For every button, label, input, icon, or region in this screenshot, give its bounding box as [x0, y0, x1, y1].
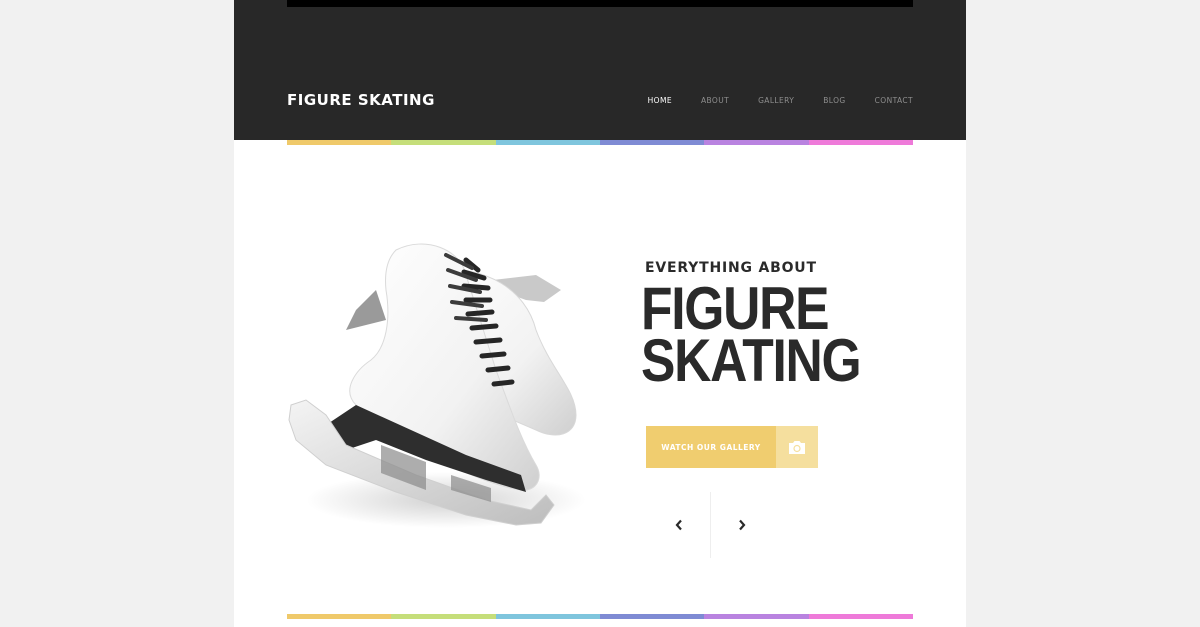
stripe-segment	[495, 614, 600, 619]
ice-skates-image	[288, 243, 586, 528]
watch-gallery-button[interactable]: WATCH OUR GALLERY	[646, 426, 818, 468]
top-strip	[287, 0, 913, 7]
stripe-segment	[287, 140, 392, 145]
stripe-segment	[808, 614, 913, 619]
chevron-left-icon	[675, 519, 682, 531]
main-nav: HOME ABOUT GALLERY BLOG CONTACT	[648, 96, 913, 105]
watch-gallery-label: WATCH OUR GALLERY	[646, 426, 776, 468]
nav-item-home[interactable]: HOME	[648, 96, 672, 105]
stripe-segment	[704, 614, 809, 619]
nav-item-contact[interactable]: CONTACT	[875, 96, 913, 105]
camera-icon	[776, 426, 818, 468]
hero-title-line-2: SKATING	[641, 327, 862, 394]
stripe-segment	[599, 140, 705, 145]
slider-next-button[interactable]	[711, 492, 773, 558]
stripe-segment	[391, 140, 496, 145]
stripe-segment	[704, 140, 809, 145]
stripe-segment	[495, 140, 600, 145]
nav-item-blog[interactable]: BLOG	[823, 96, 845, 105]
chevron-right-icon	[739, 519, 746, 531]
stripe-segment	[287, 614, 392, 619]
color-stripe-bottom	[287, 614, 913, 619]
site-logo[interactable]: FIGURE SKATING	[287, 91, 435, 109]
slider-controls	[648, 492, 773, 558]
slider-prev-button[interactable]	[648, 492, 710, 558]
hero-title: FIGURE SKATING	[641, 279, 941, 394]
stripe-segment	[391, 614, 496, 619]
stripe-segment	[599, 614, 705, 619]
stripe-segment	[808, 140, 913, 145]
site-header: FIGURE SKATING HOME ABOUT GALLERY BLOG C…	[234, 0, 966, 140]
page-container: FIGURE SKATING HOME ABOUT GALLERY BLOG C…	[234, 0, 966, 627]
nav-item-gallery[interactable]: GALLERY	[758, 96, 794, 105]
hero-subtitle: EVERYTHING ABOUT	[645, 260, 817, 276]
color-stripe-top	[287, 140, 913, 145]
nav-item-about[interactable]: ABOUT	[701, 96, 729, 105]
